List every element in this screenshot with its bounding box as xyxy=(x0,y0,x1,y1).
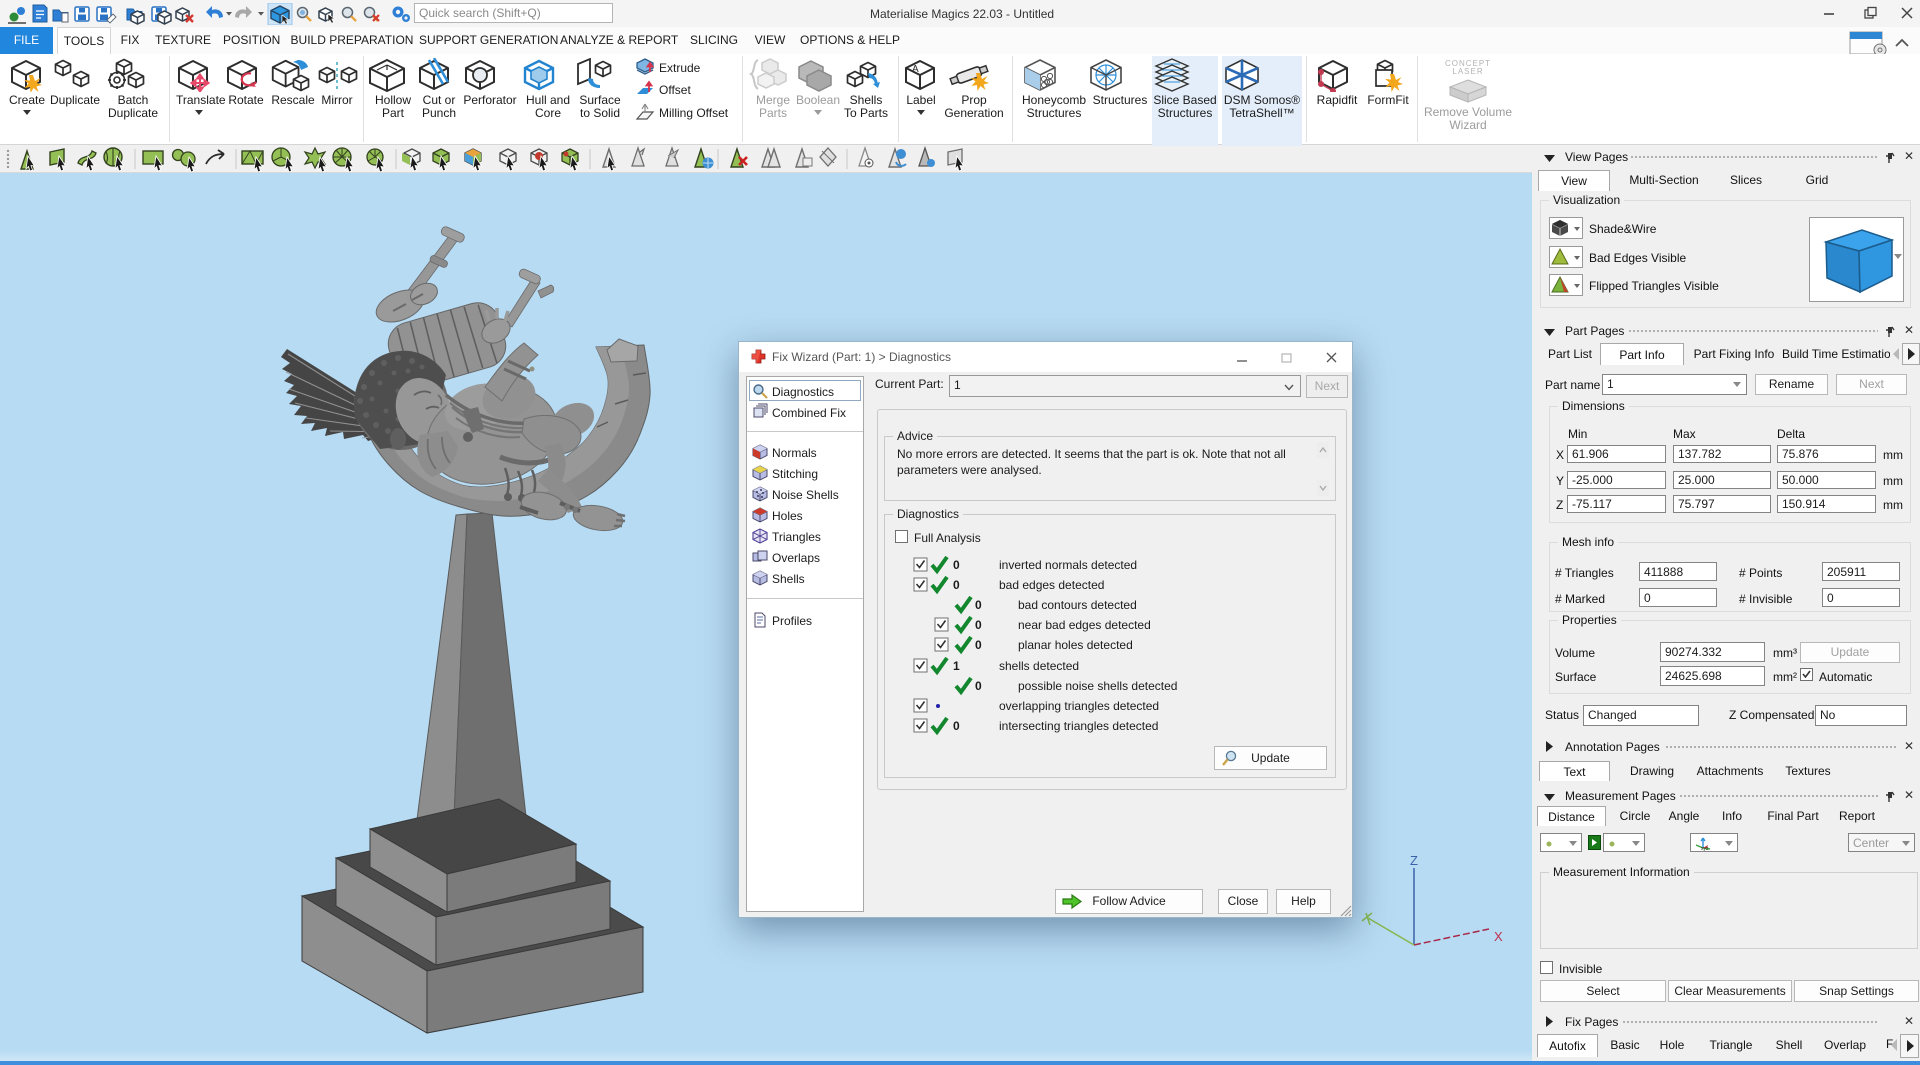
svg-text:intersecting triangles detecte: intersecting triangles detected xyxy=(999,719,1158,733)
svg-text:possible noise shells detected: possible noise shells detected xyxy=(1018,679,1177,693)
svg-text:0: 0 xyxy=(975,618,982,632)
svg-text:near bad edges detected: near bad edges detected xyxy=(1018,618,1151,632)
svg-text:xyz: xyz xyxy=(1701,846,1709,851)
svg-text:shells detected: shells detected xyxy=(999,659,1079,673)
svg-text:bad contours detected: bad contours detected xyxy=(1018,598,1137,612)
svg-text:inverted normals detected: inverted normals detected xyxy=(999,558,1137,572)
svg-text:bad edges detected: bad edges detected xyxy=(999,578,1104,592)
svg-text:A: A xyxy=(912,64,919,75)
svg-text:0: 0 xyxy=(953,558,960,572)
svg-text:0: 0 xyxy=(975,598,982,612)
svg-text:1: 1 xyxy=(953,659,960,673)
svg-text:0: 0 xyxy=(975,679,982,693)
svg-text:0: 0 xyxy=(953,578,960,592)
svg-text:X: X xyxy=(1494,929,1503,944)
svg-text:0: 0 xyxy=(975,638,982,652)
svg-text:planar holes detected: planar holes detected xyxy=(1018,638,1133,652)
svg-text:0: 0 xyxy=(953,719,960,733)
svg-text:overlapping triangles detected: overlapping triangles detected xyxy=(999,699,1159,713)
svg-text:Z: Z xyxy=(1410,853,1418,868)
